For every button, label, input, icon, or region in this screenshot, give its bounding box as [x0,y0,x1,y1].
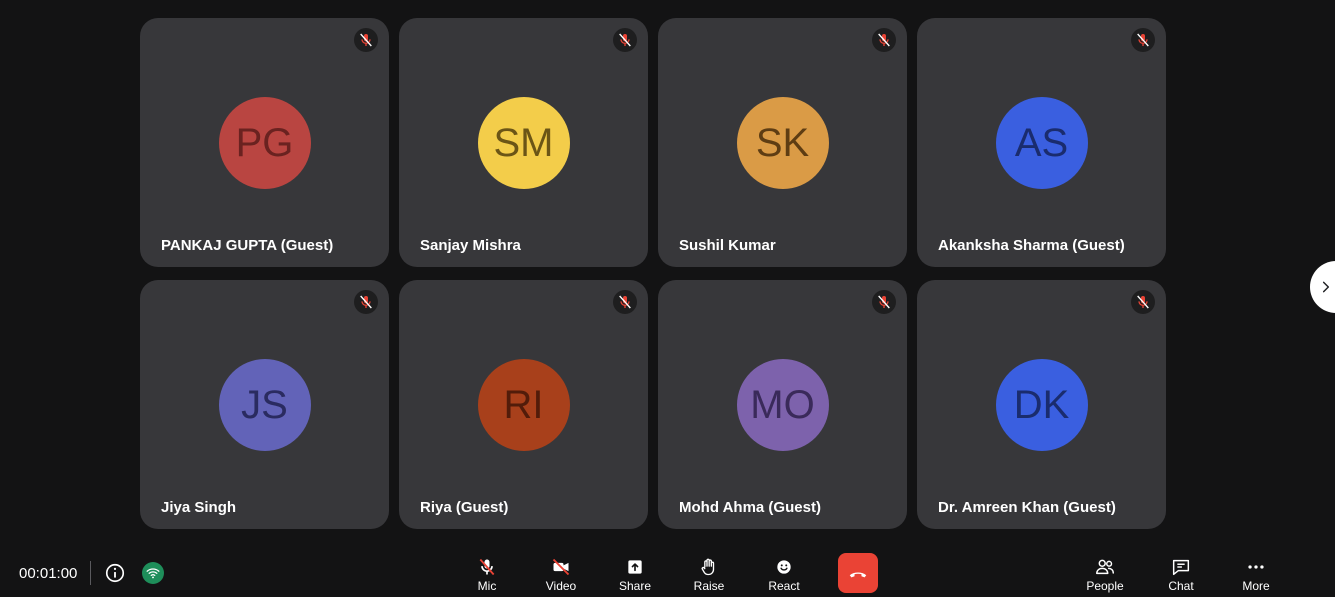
share-button[interactable]: Share [605,556,665,593]
hand-icon [698,556,720,578]
mic-muted-icon [1131,28,1155,52]
raise-hand-button[interactable]: Raise [679,556,739,593]
participant-tile[interactable]: DK Dr. Amreen Khan (Guest) [917,280,1166,529]
participant-name: Riya (Guest) [420,499,509,516]
chat-button[interactable]: Chat [1151,556,1211,593]
people-label: People [1086,579,1124,593]
smiley-icon [773,556,795,578]
meeting-stage: PG PANKAJ GUPTA (Guest) SM Sanjay Mishra… [0,0,1335,597]
video-label: Video [545,579,577,593]
participant-name: Dr. Amreen Khan (Guest) [938,499,1116,516]
video-button[interactable]: Video [531,556,591,593]
participant-tile[interactable]: MO Mohd Ahma (Guest) [658,280,907,529]
chevron-right-icon [1322,281,1330,293]
avatar: JS [218,359,311,451]
chat-icon [1170,556,1192,578]
participant-name: Akanksha Sharma (Guest) [938,237,1125,254]
avatar: RI [477,359,570,451]
avatar: SK [736,97,829,189]
participant-name: Sanjay Mishra [420,237,521,254]
participant-name: Mohd Ahma (Guest) [679,499,821,516]
people-icon [1094,556,1116,578]
participant-tile[interactable]: SM Sanjay Mishra [399,18,648,267]
divider [90,561,91,585]
end-call-button[interactable] [838,553,878,593]
info-icon [105,563,125,583]
phone-hangup-icon [849,572,867,578]
participant-tile[interactable]: RI Riya (Guest) [399,280,648,529]
react-label: React [768,579,800,593]
avatar: DK [995,359,1088,451]
meeting-timer: 00:01:00 [19,565,78,582]
participant-tile[interactable]: PG PANKAJ GUPTA (Guest) [140,18,389,267]
mic-muted-icon [872,290,896,314]
next-page-button[interactable] [1310,261,1335,313]
chat-label: Chat [1168,579,1194,593]
more-dots-icon [1245,556,1267,578]
mic-muted-icon [354,290,378,314]
mic-muted-icon [872,28,896,52]
mic-label: Mic [477,579,497,593]
more-button[interactable]: More [1226,556,1286,593]
share-screen-icon [624,556,646,578]
network-status-button[interactable] [142,562,164,584]
share-label: Share [618,579,652,593]
participant-grid: PG PANKAJ GUPTA (Guest) SM Sanjay Mishra… [140,18,1166,529]
react-button[interactable]: React [754,556,814,593]
mic-muted-icon [354,28,378,52]
avatar: MO [736,359,829,451]
avatar: PG [218,97,311,189]
participant-name: Jiya Singh [161,499,237,516]
more-label: More [1242,579,1270,593]
participant-name: Sushil Kumar [679,237,776,254]
info-button[interactable] [104,562,126,584]
video-off-icon [550,556,572,578]
wifi-icon [146,568,160,579]
control-bar: 00:01:00 Mic Video Share Raise React Peo… [0,548,1335,597]
mic-muted-icon [613,28,637,52]
participant-name: PANKAJ GUPTA (Guest) [161,237,334,254]
participant-tile[interactable]: SK Sushil Kumar [658,18,907,267]
raise-label: Raise [693,579,725,593]
mic-muted-icon [613,290,637,314]
mic-muted-icon [1131,290,1155,314]
mic-off-icon [476,556,498,578]
avatar: AS [995,97,1088,189]
participant-tile[interactable]: JS Jiya Singh [140,280,389,529]
participant-tile[interactable]: AS Akanksha Sharma (Guest) [917,18,1166,267]
people-button[interactable]: People [1075,556,1135,593]
mic-button[interactable]: Mic [457,556,517,593]
avatar: SM [477,97,570,189]
